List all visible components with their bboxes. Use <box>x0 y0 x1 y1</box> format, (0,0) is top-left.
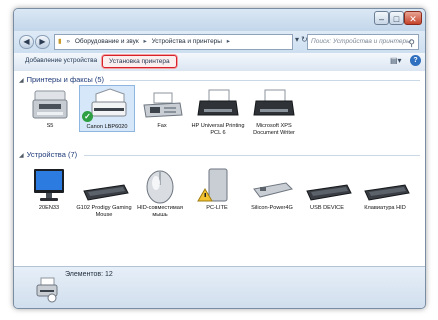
search-icon[interactable]: ⚲ <box>408 36 415 49</box>
help-icon[interactable]: ? <box>410 55 421 66</box>
search-placeholder: Поиск: Устройства и принтеры <box>311 38 411 45</box>
device-label: HID-совместимая мышь <box>137 205 183 218</box>
folder-icon: ▮ <box>58 38 62 45</box>
group-header-devices[interactable]: ◢ Устройства (7) <box>19 150 77 159</box>
explorer-window: – □ ✕ ◀ ▶ ▮ » Оборудование и звук ▸ Устр… <box>13 8 426 309</box>
device-tile[interactable]: Клавиатура HID <box>357 167 413 212</box>
device-label: HP Universal Printing PCL 6 <box>191 123 245 136</box>
fax-icon <box>134 85 190 123</box>
back-button[interactable]: ◀ <box>19 35 34 49</box>
breadcrumb-separator-icon: ▸ <box>226 38 231 45</box>
group-divider <box>84 155 420 156</box>
add-device-button[interactable]: Добавление устройства <box>25 57 97 64</box>
device-tile[interactable]: Silicon-Power4G <box>244 167 300 212</box>
printer-status-icon <box>34 275 60 303</box>
device-label: 20EN33 <box>38 205 60 211</box>
group-header-printers[interactable]: ◢ Принтеры и факсы (5) <box>19 75 104 84</box>
item-count: Элементов: 12 <box>65 271 113 278</box>
minimize-button[interactable]: – <box>374 11 389 25</box>
maximize-button[interactable]: □ <box>389 11 404 25</box>
address-dropdown-icon[interactable]: ▾ <box>295 35 299 44</box>
device-tile[interactable]: 20EN33 <box>21 167 77 212</box>
device-label: S5 <box>46 123 54 129</box>
view-options-icon[interactable]: ▤▾ <box>390 56 402 65</box>
device-tile[interactable]: USB DEVICE <box>299 167 355 212</box>
mouse-icon <box>132 167 188 205</box>
device-tile[interactable]: HID-совместимая мышь <box>132 167 188 219</box>
device-label: Microsoft XPS Document Writer <box>253 123 295 136</box>
forward-button[interactable]: ▶ <box>35 35 50 49</box>
address-row: ◀ ▶ ▮ » Оборудование и звук ▸ Устройства… <box>14 31 425 53</box>
breadcrumb-item[interactable]: Устройства и принтеры <box>152 38 222 45</box>
title-bar: – □ ✕ <box>14 9 425 31</box>
device-tile-default-printer[interactable]: ✓ Canon LBP6020 <box>79 85 135 132</box>
breadcrumb-separator-icon: ▸ <box>143 38 147 45</box>
breadcrumb-separator-icon: » <box>66 38 71 45</box>
device-label: USB DEVICE <box>310 205 344 211</box>
device-label: G102 Prodigy Gaming Mouse <box>76 205 132 218</box>
devices-pane: ◢ Принтеры и факсы (5) S5 ✓ Canon LBP602… <box>14 71 425 266</box>
keyboard-icon <box>76 167 132 205</box>
device-label: Fax <box>157 123 167 129</box>
address-bar[interactable]: ▮ » Оборудование и звук ▸ Устройства и п… <box>54 34 293 50</box>
printer-icon <box>190 85 246 123</box>
monitor-icon <box>21 167 77 205</box>
device-tile[interactable]: S5 <box>22 85 78 130</box>
search-input[interactable]: Поиск: Устройства и принтеры ⚲ <box>307 34 419 50</box>
multifunction-printer-icon <box>22 85 78 123</box>
device-label: Canon LBP6020 <box>86 124 128 130</box>
device-tile[interactable]: HP Universal Printing PCL 6 <box>190 85 246 137</box>
device-tile[interactable]: PC-LITE <box>189 167 245 212</box>
status-bar: Элементов: 12 <box>14 266 425 308</box>
device-tile[interactable]: Microsoft XPS Document Writer <box>246 85 302 137</box>
close-button[interactable]: ✕ <box>404 11 422 25</box>
keyboard-icon <box>299 167 355 205</box>
device-label: Клавиатура HID <box>364 205 406 211</box>
laser-printer-icon: ✓ <box>80 86 136 124</box>
command-bar: Добавление устройства Установка принтера… <box>14 53 425 72</box>
device-tile[interactable]: G102 Prodigy Gaming Mouse <box>76 167 132 219</box>
collapse-arrow-icon[interactable]: ◢ <box>19 78 24 84</box>
device-tile[interactable]: Fax <box>134 85 190 130</box>
breadcrumb-item[interactable]: Оборудование и звук <box>75 38 139 45</box>
device-label: PC-LITE <box>206 205 228 211</box>
printer-icon <box>246 85 302 123</box>
default-printer-check-icon: ✓ <box>82 111 93 122</box>
install-printer-button[interactable]: Установка принтера <box>102 55 177 68</box>
group-divider <box>110 80 420 81</box>
usb-drive-icon <box>244 167 300 205</box>
device-label: Silicon-Power4G <box>251 205 293 211</box>
keyboard-icon <box>357 167 413 205</box>
computer-warning-icon <box>189 167 245 205</box>
collapse-arrow-icon[interactable]: ◢ <box>19 153 24 159</box>
